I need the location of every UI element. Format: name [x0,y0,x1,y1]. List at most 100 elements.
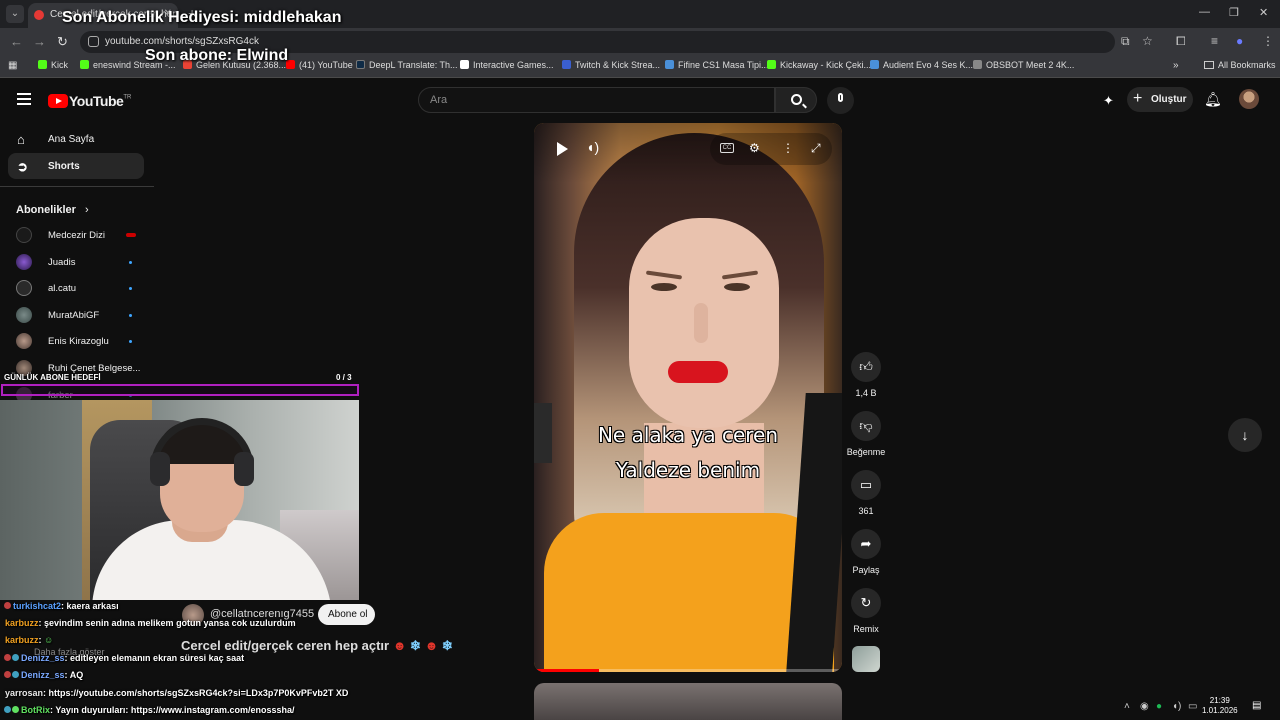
sidebar-item-home[interactable]: ⌂ Ana Sayfa [8,126,144,152]
next-short-button[interactable]: ↓ [1228,418,1262,452]
chevron-up-icon[interactable]: ˄ [1124,701,1130,712]
share-icon: ➦ [860,536,872,551]
play-button[interactable] [550,137,574,161]
bookmark-item[interactable]: DeepL Translate: Th... [356,60,458,70]
all-bookmarks[interactable]: All Bookmarks [1204,60,1276,70]
youtube-logo[interactable]: YouTubeTR [48,92,131,109]
bookmark-star-icon[interactable]: ☆ [1142,34,1153,48]
search-icon [791,94,802,105]
tab-search-button[interactable]: ⌄ [6,5,24,23]
short-title[interactable]: Cercel edit/gerçek ceren hep açtır ☻ ❄ ☻… [181,638,453,654]
chat-message: Denizz_ss: AQ [4,670,83,680]
short-video-player[interactable]: Ne alaka ya ceren Yaldeze benim ◖) CC ⚙ … [534,123,842,672]
like-count: 1,4 B [855,388,877,398]
snowflake-emoji-icon: ❄ [441,638,453,653]
bookmark-label: Kickaway - Kick Çeki... [780,60,872,70]
bookmark-favicon-icon [973,60,982,69]
arrow-down-icon: ↓ [1241,427,1249,443]
bookmark-item[interactable]: Audient Evo 4 Ses K... [870,60,973,70]
share-button[interactable]: ➦ [851,529,881,559]
voice-search-button[interactable] [827,87,854,114]
channel-name: MuratAbiGF [48,310,100,321]
video-progress-bar[interactable] [534,669,842,672]
bookmark-item[interactable]: Interactive Games... [460,60,554,70]
more-bookmarks-icon[interactable]: » [1173,60,1179,71]
bookmark-item[interactable]: Twitch & Kick Strea... [562,60,660,70]
hamburger-menu-icon[interactable] [17,93,31,105]
bookmark-item[interactable]: Kickaway - Kick Çeki... [767,60,871,70]
sound-thumbnail[interactable] [852,646,880,672]
network-icon[interactable]: ▭ [1188,701,1197,712]
bookmark-label: Interactive Games... [473,60,554,70]
bookmark-label: (41) YouTube [299,60,353,70]
subscriptions-heading[interactable]: Abonelikler › [16,204,89,216]
chat-username: Denizz_ss [21,670,65,680]
reload-icon[interactable]: ↻ [57,34,68,50]
restore-icon[interactable]: ❐ [1229,6,1239,19]
chat-username: karbuzz [5,635,39,645]
emote-icon: ☺ [44,635,54,645]
install-icon[interactable]: ⧉ [1121,34,1130,49]
channel-name: Enis Kirazoglu [48,336,109,347]
subscribe-button[interactable]: Abone ol [318,604,375,625]
more-options-icon[interactable]: ⋮ [782,141,794,155]
goal-count: 0 / 3 [336,373,352,382]
menu-icon[interactable]: ⋮ [1262,34,1274,48]
settings-gear-icon[interactable]: ⚙ [749,141,760,155]
notifications-bell-icon[interactable]: 🔔︎ [1204,91,1222,108]
bookmark-item[interactable]: Fifine CS1 Masa Tipi... [665,60,769,70]
captions-icon[interactable]: CC [720,143,734,153]
volume-icon[interactable]: ◖) [586,139,606,159]
chat-badge-icon [4,671,11,678]
webcam-feed [0,400,359,600]
like-button[interactable]: 👍︎ [851,352,881,382]
subscription-item[interactable]: al.catu [16,280,136,296]
back-icon[interactable]: ← [10,34,23,49]
studio-icon[interactable]: ✦ [1103,93,1117,108]
subscription-item[interactable]: Enis Kirazoglu [16,333,136,349]
bookmark-favicon-icon [460,60,469,69]
video-caption-line2: Yaldeze benim [615,458,761,482]
bookmark-item[interactable]: Kick [38,60,68,70]
remix-button[interactable]: ↻ [851,588,881,618]
discord-icon[interactable]: ◉ [1140,701,1149,712]
profile-icon[interactable]: ● [1236,34,1243,48]
media-icon[interactable]: ≡ [1211,34,1218,48]
comments-button[interactable]: ▭ [851,470,881,500]
bookmark-label: Twitch & Kick Strea... [575,60,661,70]
create-button[interactable]: + Oluştur [1127,87,1193,112]
site-info-icon[interactable] [88,36,99,47]
forward-icon[interactable]: → [33,34,46,49]
subscription-item[interactable]: Medcezir Dizi [16,227,136,243]
chat-message: BotRix: Yayın duyuruları: https://www.in… [4,705,295,715]
bookmark-item[interactable]: (41) YouTube [286,60,353,70]
minimize-icon[interactable]: — [1199,6,1210,18]
avatar[interactable] [1239,89,1259,109]
chat-text: : Yayın duyuruları: https://www.instagra… [50,705,295,715]
search-input[interactable]: Ara [418,87,775,113]
devil-emoji-icon: ☻ [424,638,439,653]
chat-message: yarrosan: https://youtube.com/shorts/sgS… [4,688,348,698]
sidebar-item-shorts[interactable]: ➲ Shorts [8,153,144,179]
spotify-icon[interactable]: ● [1156,701,1162,712]
short-title-text: Cercel edit/gerçek ceren hep açtır [181,638,390,653]
system-clock[interactable]: 21:39 1.01.2026 [1202,696,1238,716]
subscription-item[interactable]: MuratAbiGF [16,307,136,323]
youtube-logo-icon [48,93,68,108]
volume-tray-icon[interactable]: ◖) [1172,701,1181,712]
notification-center-icon[interactable]: ▤ [1252,700,1261,711]
close-window-icon[interactable]: ✕ [1259,6,1268,19]
search-button[interactable] [775,87,817,113]
fullscreen-icon[interactable]: ⤢ [811,141,821,156]
subscription-item[interactable]: Juadis [16,254,136,270]
youtube-favicon-icon [34,10,44,20]
bookmark-item[interactable]: OBSBOT Meet 2 4K... [973,60,1074,70]
apps-icon[interactable]: ▦ [8,60,17,71]
next-short-preview[interactable] [534,683,842,720]
dislike-button[interactable]: 👎︎ [851,411,881,441]
video-caption-line1: Ne alaka ya ceren [597,423,779,447]
new-content-dot-icon [129,314,132,317]
bookmark-label: DeepL Translate: Th... [369,60,458,70]
divider [0,186,154,187]
extensions-icon[interactable]: ⧠ [1176,34,1186,49]
